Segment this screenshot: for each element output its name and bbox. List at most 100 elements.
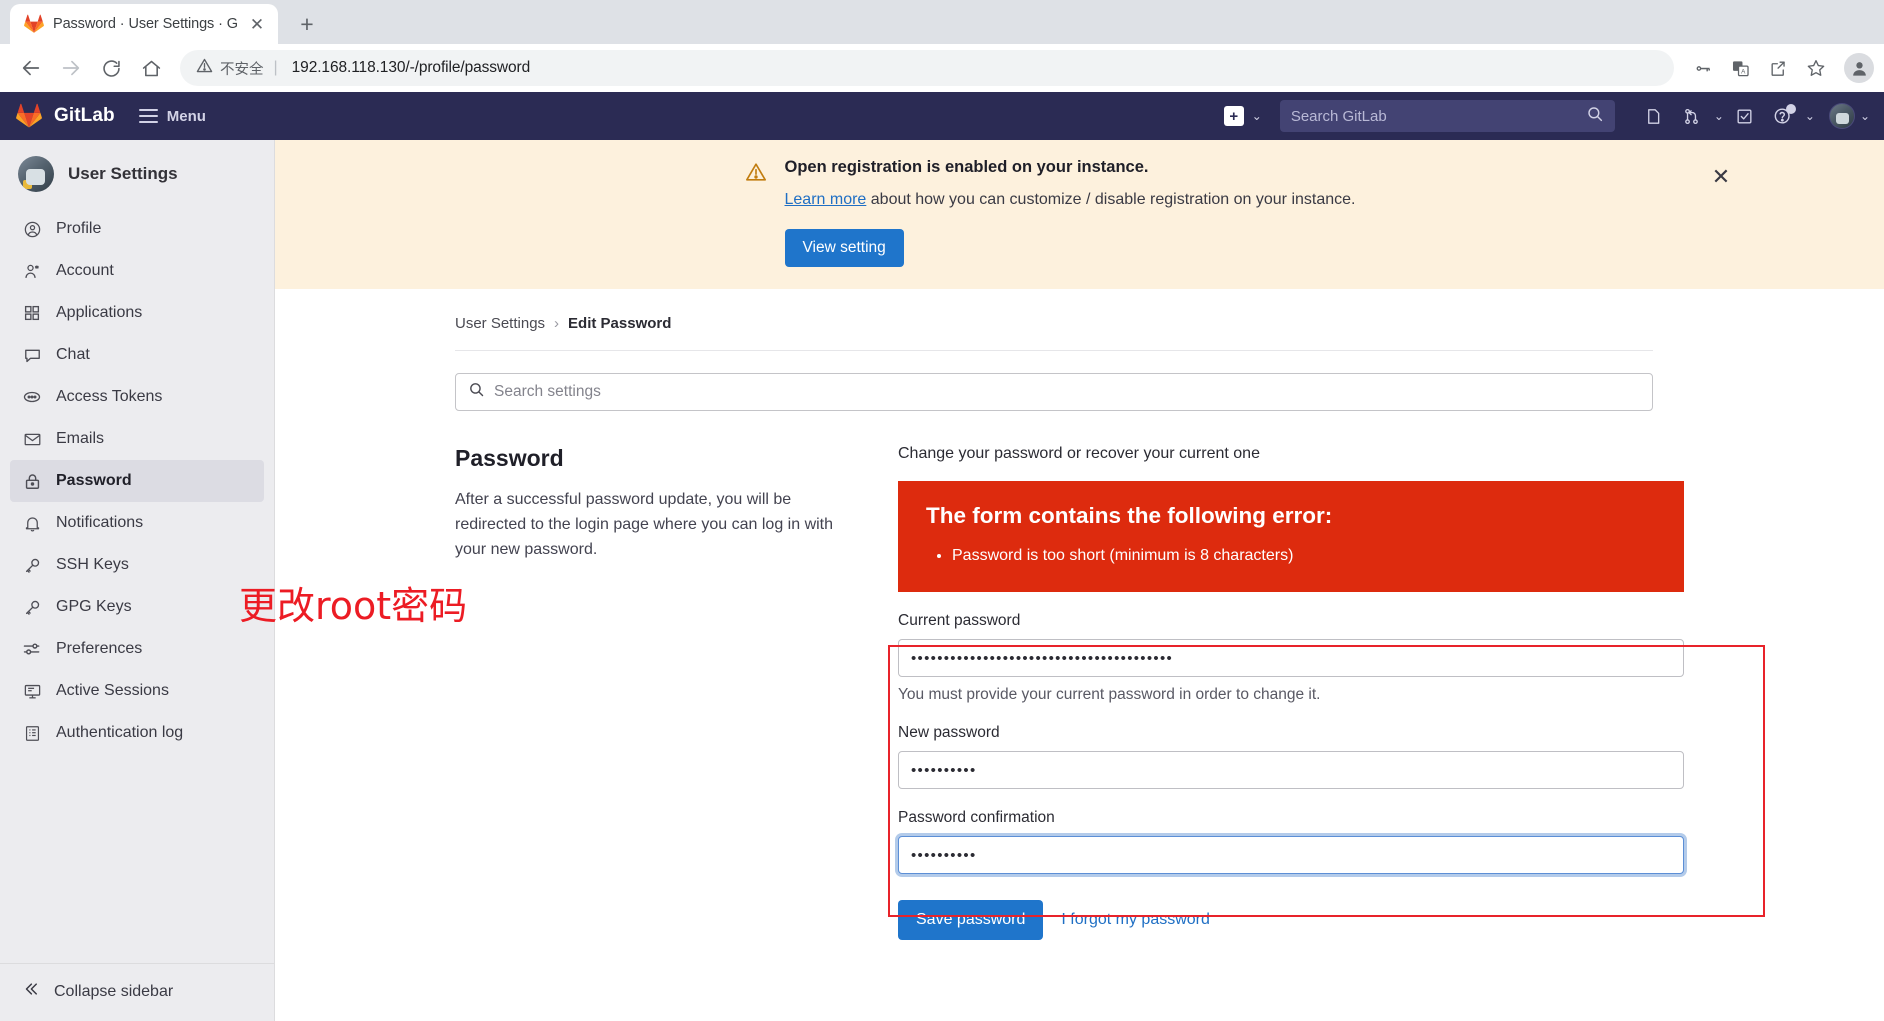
back-arrow-icon[interactable] bbox=[12, 49, 50, 87]
sidebar-item-account[interactable]: Account bbox=[10, 250, 264, 292]
section-description: After a successful password update, you … bbox=[455, 491, 834, 558]
sidebar-nav: Profile Account Applications Chat Access… bbox=[0, 206, 274, 754]
password-confirmation-field: Password confirmation bbox=[898, 809, 1684, 874]
sidebar-item-label: Notifications bbox=[56, 514, 144, 531]
sidebar-title: User Settings bbox=[68, 164, 178, 183]
chevron-double-left-icon bbox=[22, 980, 40, 1003]
help-icon bbox=[1766, 99, 1800, 133]
gitlab-wordmark: GitLab bbox=[54, 105, 115, 126]
error-heading: The form contains the following error: bbox=[926, 503, 1333, 528]
close-icon[interactable]: ✕ bbox=[246, 13, 268, 35]
account-icon bbox=[22, 261, 42, 281]
search-icon[interactable] bbox=[1586, 105, 1604, 128]
new-password-input[interactable] bbox=[898, 751, 1684, 789]
search-input[interactable] bbox=[1290, 107, 1578, 125]
security-indicator[interactable]: 不安全 bbox=[196, 57, 264, 79]
settings-search-input[interactable] bbox=[494, 383, 1640, 401]
address-bar[interactable]: 不安全 | 192.168.118.130/-/profile/password bbox=[180, 50, 1674, 86]
save-password-button[interactable]: Save password bbox=[898, 900, 1044, 940]
plus-icon: + bbox=[1223, 106, 1244, 126]
monitor-icon bbox=[22, 681, 42, 701]
merge-requests-button[interactable]: ⌄ bbox=[1675, 99, 1724, 133]
profile-avatar-icon[interactable] bbox=[1844, 53, 1874, 83]
user-menu-button[interactable]: ⌄ bbox=[1828, 103, 1870, 129]
learn-more-link[interactable]: Learn more bbox=[785, 191, 867, 208]
sidebar-item-active-sessions[interactable]: Active Sessions bbox=[10, 670, 264, 712]
sidebar-item-label: Applications bbox=[56, 304, 143, 321]
gitlab-brand[interactable]: GitLab bbox=[16, 103, 115, 129]
sidebar-item-authentication-log[interactable]: Authentication log bbox=[10, 712, 264, 754]
alert-description: Learn more about how you can customize /… bbox=[785, 191, 1580, 209]
avatar bbox=[18, 156, 54, 192]
create-new-button[interactable]: + ⌄ bbox=[1223, 106, 1262, 126]
forward-arrow-icon[interactable] bbox=[52, 49, 90, 87]
navbar-search[interactable] bbox=[1279, 100, 1615, 132]
todos-icon[interactable] bbox=[1728, 99, 1762, 133]
envelope-icon bbox=[22, 429, 42, 449]
settings-search-box[interactable] bbox=[455, 373, 1653, 411]
new-tab-button[interactable]: + bbox=[290, 7, 324, 41]
sidebar-item-notifications[interactable]: Notifications bbox=[10, 502, 264, 544]
sidebar-item-emails[interactable]: Emails bbox=[10, 418, 264, 460]
help-button[interactable]: ⌄ bbox=[1766, 99, 1815, 133]
warning-triangle-icon bbox=[745, 161, 767, 267]
key-icon bbox=[22, 555, 42, 575]
current-password-hint: You must provide your current password i… bbox=[898, 686, 1321, 703]
close-icon[interactable]: ✕ bbox=[1708, 164, 1734, 190]
sidebar-item-applications[interactable]: Applications bbox=[10, 292, 264, 334]
home-icon[interactable] bbox=[132, 49, 170, 87]
password-confirmation-input[interactable] bbox=[898, 836, 1684, 874]
main-menu-label: Menu bbox=[166, 107, 206, 125]
sidebar-item-chat[interactable]: Chat bbox=[10, 334, 264, 376]
breadcrumb-divider bbox=[455, 350, 1653, 351]
sliders-icon bbox=[22, 639, 42, 659]
sidebar-item-preferences[interactable]: Preferences bbox=[10, 628, 264, 670]
sidebar-item-gpg-keys[interactable]: GPG Keys bbox=[10, 586, 264, 628]
browser-tab[interactable]: Password · User Settings · GitL ✕ bbox=[10, 4, 278, 44]
browser-chrome: Password · User Settings · GitL ✕ + 不安全 … bbox=[0, 0, 1884, 92]
form-intro: Change your password or recover your cur… bbox=[898, 445, 1260, 462]
current-password-input[interactable] bbox=[898, 639, 1684, 677]
form-actions: Save password I forgot my password bbox=[898, 900, 1684, 940]
main-content: Open registration is enabled on your ins… bbox=[275, 140, 1884, 1021]
sidebar-item-ssh-keys[interactable]: SSH Keys bbox=[10, 544, 264, 586]
warning-triangle-icon bbox=[196, 57, 213, 79]
sidebar-item-label: Preferences bbox=[56, 640, 143, 657]
search-icon bbox=[468, 381, 485, 403]
sidebar-item-label: Active Sessions bbox=[56, 682, 169, 699]
bell-icon bbox=[22, 513, 42, 533]
sidebar-item-label: Profile bbox=[56, 220, 102, 237]
collapse-sidebar-button[interactable]: Collapse sidebar bbox=[22, 980, 264, 1003]
chevron-down-icon: ⌄ bbox=[1713, 109, 1724, 123]
bookmark-star-icon[interactable] bbox=[1798, 50, 1834, 86]
access-token-icon bbox=[22, 387, 42, 407]
profile-icon bbox=[22, 219, 42, 239]
forgot-password-link[interactable]: I forgot my password bbox=[1061, 911, 1210, 929]
chevron-down-icon: ⌄ bbox=[1804, 109, 1815, 123]
avatar bbox=[1828, 103, 1855, 129]
sidebar-item-label: SSH Keys bbox=[56, 556, 129, 573]
merge-requests-icon bbox=[1675, 99, 1709, 133]
key-icon[interactable] bbox=[1684, 50, 1720, 86]
sidebar-item-password[interactable]: Password bbox=[10, 460, 264, 502]
password-confirmation-label: Password confirmation bbox=[898, 809, 1055, 826]
sidebar-item-profile[interactable]: Profile bbox=[10, 208, 264, 250]
share-icon[interactable] bbox=[1760, 50, 1796, 86]
current-password-label: Current password bbox=[898, 612, 1021, 629]
reload-icon[interactable] bbox=[92, 49, 130, 87]
breadcrumb-root[interactable]: User Settings bbox=[455, 315, 545, 332]
issues-icon[interactable] bbox=[1637, 99, 1671, 133]
view-setting-button[interactable]: View setting bbox=[784, 229, 904, 267]
settings-sidebar: User Settings Profile Account Applicatio… bbox=[0, 140, 275, 1021]
new-password-label: New password bbox=[898, 724, 1000, 741]
sidebar-item-label: GPG Keys bbox=[56, 598, 132, 615]
chat-bubble-icon bbox=[22, 345, 42, 365]
sidebar-item-label: Emails bbox=[56, 430, 105, 447]
sidebar-item-access-tokens[interactable]: Access Tokens bbox=[10, 376, 264, 418]
sidebar-item-label: Chat bbox=[56, 346, 90, 363]
page-title: Password bbox=[455, 445, 564, 471]
translate-icon[interactable]: A bbox=[1722, 50, 1758, 86]
hamburger-icon bbox=[138, 109, 158, 123]
main-menu-button[interactable]: Menu bbox=[138, 107, 206, 125]
alert-title: Open registration is enabled on your ins… bbox=[784, 158, 1149, 176]
